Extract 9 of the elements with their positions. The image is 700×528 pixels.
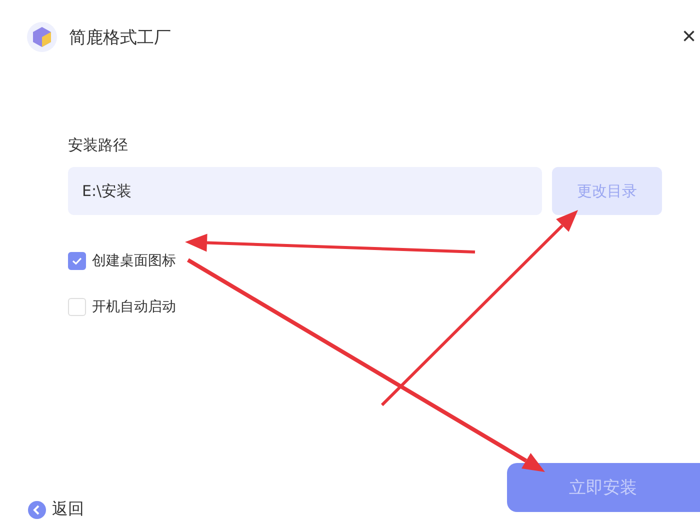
option-label: 开机自动启动: [92, 298, 176, 316]
window-title: 简鹿格式工厂: [69, 26, 171, 48]
app-logo-icon: [27, 22, 57, 52]
back-button[interactable]: 返回: [52, 499, 84, 520]
path-field[interactable]: E:\安装: [68, 167, 542, 215]
field-label: 安装路径: [68, 136, 129, 155]
checkbox[interactable]: [68, 252, 86, 270]
close-button[interactable]: ×: [678, 22, 700, 52]
option-label: 创建桌面图标: [92, 252, 176, 270]
